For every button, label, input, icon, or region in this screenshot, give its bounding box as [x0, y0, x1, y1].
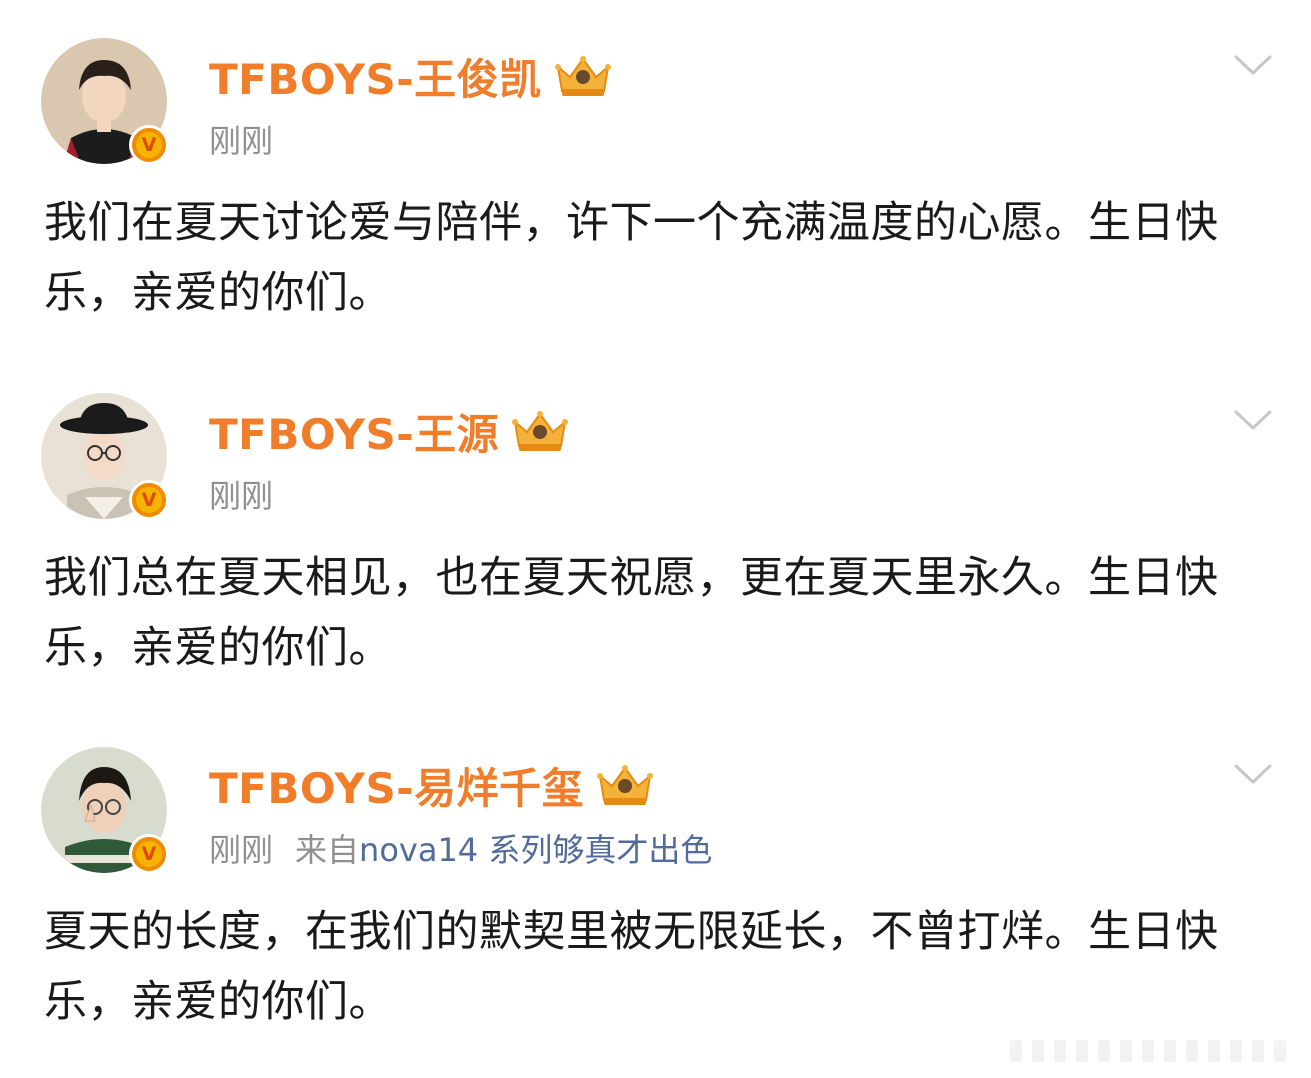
crown-icon[interactable]: [511, 408, 569, 454]
post-time: 刚刚: [209, 831, 274, 869]
chevron-down-icon[interactable]: [1233, 761, 1273, 787]
chevron-down-icon[interactable]: [1233, 52, 1273, 78]
avatar[interactable]: V: [41, 747, 169, 874]
post-time: 刚刚: [209, 122, 274, 160]
username-row: TFBOYS-王源: [209, 401, 569, 461]
chevron-down-icon[interactable]: [1233, 407, 1273, 433]
verified-badge: V: [129, 834, 169, 874]
crown-icon[interactable]: [554, 53, 612, 99]
avatar[interactable]: V: [41, 38, 169, 165]
post-text: 我们在夏天讨论爱与陪伴，许下一个充满温度的心愿。生日快乐，亲爱的你们。: [44, 198, 1219, 318]
watermark-stripes: [1010, 1040, 1300, 1062]
verified-badge: V: [129, 480, 169, 520]
weibo-feed: V TFBOYS-王俊凯 刚刚 我们在夏天讨论爱与陪伴，许下一个充满温度的心愿。…: [0, 0, 1311, 1078]
username-link[interactable]: TFBOYS-王源: [209, 401, 499, 462]
verified-v-icon: V: [136, 487, 162, 513]
post-meta: 刚刚: [209, 116, 273, 162]
username-row: TFBOYS-王俊凯: [209, 46, 612, 106]
crown-icon[interactable]: [596, 762, 654, 808]
verified-badge: V: [129, 125, 169, 165]
post-time: 刚刚: [209, 477, 274, 515]
username-link[interactable]: TFBOYS-王俊凯: [209, 46, 542, 107]
post-meta: 刚刚: [209, 471, 273, 517]
verified-v-icon: V: [136, 132, 162, 158]
avatar[interactable]: V: [41, 393, 169, 520]
post-meta: 刚刚 来自 nova14 系列够真才出色: [209, 825, 712, 871]
verified-v-icon: V: [136, 841, 162, 867]
post-text: 夏天的长度，在我们的默契里被无限延长，不曾打烊。生日快乐，亲爱的你们。: [44, 907, 1219, 1027]
username-row: TFBOYS-易烊千玺: [209, 755, 654, 815]
source-prefix: 来自: [295, 831, 360, 869]
source-device-link[interactable]: nova14 系列够真才出色: [359, 825, 712, 871]
post-text: 我们总在夏天相见，也在夏天祝愿，更在夏天里永久。生日快乐，亲爱的你们。: [44, 553, 1219, 673]
username-link[interactable]: TFBOYS-易烊千玺: [209, 755, 584, 816]
